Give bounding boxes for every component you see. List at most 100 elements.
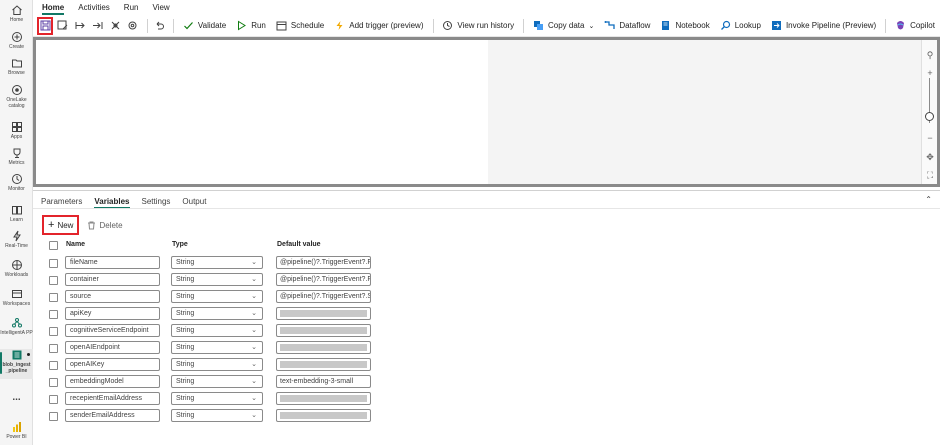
default-value-input[interactable]: @pipeline()?.TriggerEvent?.S... [276, 290, 371, 303]
save-button[interactable] [37, 16, 54, 35]
row-checkbox[interactable] [49, 276, 58, 285]
zoom-out-icon[interactable]: − [925, 133, 935, 143]
row-checkbox[interactable] [49, 293, 58, 302]
undo-button[interactable] [152, 17, 168, 35]
variable-type-select[interactable]: String ⌄ [171, 256, 263, 269]
rail-item-power-bi[interactable]: Power BI [0, 421, 33, 445]
trash-icon [88, 221, 96, 229]
settings-button[interactable] [125, 17, 141, 35]
chevron-down-icon: ⌄ [251, 259, 257, 266]
row-checkbox[interactable] [49, 378, 58, 387]
notebook-button[interactable]: Notebook [655, 17, 714, 35]
variable-name-input[interactable]: container [65, 273, 160, 286]
variable-name-input[interactable]: source [65, 290, 160, 303]
copilot-button[interactable]: Copilot [890, 17, 940, 35]
default-value-input[interactable]: @pipeline()?.TriggerEvent?.F... [276, 273, 371, 286]
save-as-button[interactable] [55, 17, 71, 35]
row-checkbox[interactable] [49, 412, 58, 421]
rail-item-blob-ingest-pipeline[interactable]: blob_ingest _pipeline [0, 349, 33, 379]
view-run-history-button[interactable]: View run history [437, 17, 519, 35]
select-all-checkbox[interactable] [49, 241, 58, 250]
run-button[interactable]: Run [231, 17, 271, 35]
row-checkbox[interactable] [49, 361, 58, 370]
variable-type-select[interactable]: String ⌄ [171, 324, 263, 337]
zoom-slider-thumb[interactable] [925, 112, 934, 121]
auto-layout-icon[interactable]: ⛶ [925, 170, 935, 181]
default-value-input[interactable]: text-embedding-3-small [276, 375, 371, 388]
rail-item-learn[interactable]: Learn [0, 204, 33, 226]
variable-name-input[interactable]: recepientEmailAddress [65, 392, 160, 405]
tab-parameters[interactable]: Parameters [41, 195, 82, 209]
default-value-input-redacted[interactable] [276, 358, 371, 371]
rail-item-browse[interactable]: Browse [0, 57, 33, 79]
add-trigger-button[interactable]: Add trigger (preview) [329, 17, 428, 35]
variable-name-input[interactable]: fileName [65, 256, 160, 269]
new-variable-button[interactable]: + New [42, 215, 80, 235]
variable-name-input[interactable]: senderEmailAddress [65, 409, 160, 422]
tab-view[interactable]: View [146, 0, 177, 15]
move-to-end-button[interactable] [90, 17, 106, 35]
variable-name-input[interactable]: openAIEndpoint [65, 341, 160, 354]
lookup-button[interactable]: Lookup [715, 17, 766, 35]
tab-output[interactable]: Output [182, 195, 206, 209]
pipeline-canvas[interactable]: ⚲ + − ✥ ⛶ [33, 37, 940, 187]
tab-run[interactable]: Run [118, 0, 147, 15]
search-canvas-icon[interactable]: ⚲ [925, 50, 935, 61]
rail-item-real-time[interactable]: Real-Time [0, 230, 33, 252]
delete-variable-button[interactable]: Delete [87, 221, 123, 230]
rail-item-intelligent-app[interactable]: IntelligentA PP [0, 317, 33, 345]
default-value-input-redacted[interactable] [276, 409, 371, 422]
dataflow-icon [604, 21, 615, 29]
rail-item-home[interactable]: Home [0, 4, 33, 28]
variable-type-select[interactable]: String ⌄ [171, 375, 263, 388]
variable-type-select[interactable]: String ⌄ [171, 409, 263, 422]
variable-name-input[interactable]: embeddingModel [65, 375, 160, 388]
schedule-button[interactable]: Schedule [271, 17, 329, 35]
rail-item-monitor[interactable]: Monitor [0, 173, 33, 195]
variable-type-select[interactable]: String ⌄ [171, 392, 263, 405]
tab-activities[interactable]: Activities [72, 0, 118, 15]
variable-name-input[interactable]: apiKey [65, 307, 160, 320]
fit-to-screen-icon[interactable]: ✥ [925, 152, 935, 163]
variable-type-select[interactable]: String ⌄ [171, 307, 263, 320]
checkmark-icon [183, 22, 193, 30]
default-value-input[interactable]: @pipeline()?.TriggerEvent?.Fi... [276, 256, 371, 269]
tab-home[interactable]: Home [36, 0, 72, 15]
tab-variables[interactable]: Variables [94, 195, 130, 209]
row-checkbox[interactable] [49, 395, 58, 404]
tab-settings[interactable]: Settings [142, 195, 171, 209]
variable-type-select[interactable]: String ⌄ [171, 358, 263, 371]
move-right-button[interactable] [73, 17, 89, 35]
row-checkbox[interactable] [49, 310, 58, 319]
variable-name-input[interactable]: cognitiveServiceEndpoint [65, 324, 160, 337]
rail-item-more[interactable]: ... [0, 392, 33, 404]
row-checkbox[interactable] [49, 327, 58, 336]
toolbar: Validate Run Schedule Add trigger (previ… [33, 15, 940, 37]
collapse-panel-chevron-icon[interactable]: ⌃ [925, 195, 932, 204]
rail-item-workloads[interactable]: Workloads [0, 259, 33, 281]
copy-data-button[interactable]: Copy data ⌄ [528, 17, 599, 35]
row-checkbox[interactable] [49, 344, 58, 353]
default-value-input-redacted[interactable] [276, 307, 371, 320]
default-value-input-redacted[interactable] [276, 341, 371, 354]
table-row: container String ⌄ @pipeline()?.TriggerEv… [33, 272, 940, 289]
chevron-down-icon: ⌄ [588, 22, 595, 30]
rail-item-metrics[interactable]: Metrics [0, 147, 33, 169]
dataflow-button[interactable]: Dataflow [599, 17, 655, 35]
variable-name-input[interactable]: openAIKey [65, 358, 160, 371]
copilot-icon [897, 21, 905, 30]
rail-item-apps[interactable]: Apps [0, 121, 33, 143]
auto-align-button[interactable] [108, 17, 124, 35]
validate-button[interactable]: Validate [178, 17, 231, 35]
rail-item-onelake-catalog[interactable]: OneLake catalog [0, 84, 33, 112]
default-value-input-redacted[interactable] [276, 324, 371, 337]
variable-type-select[interactable]: String ⌄ [171, 341, 263, 354]
zoom-in-icon[interactable]: + [925, 68, 935, 78]
invoke-pipeline-button[interactable]: Invoke Pipeline (Preview) [766, 17, 881, 35]
variable-type-select[interactable]: String ⌄ [171, 290, 263, 303]
variable-type-select[interactable]: String ⌄ [171, 273, 263, 286]
rail-item-workspaces[interactable]: Workspaces [0, 288, 33, 310]
default-value-input-redacted[interactable] [276, 392, 371, 405]
rail-item-create[interactable]: Create [0, 31, 33, 53]
row-checkbox[interactable] [49, 259, 58, 268]
